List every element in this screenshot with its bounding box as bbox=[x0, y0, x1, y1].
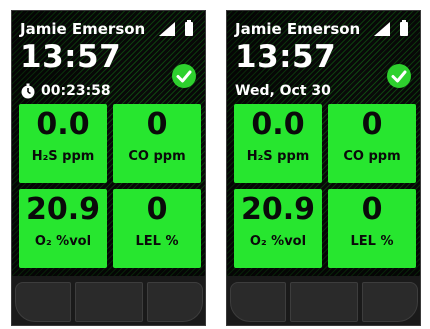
o2-reading-tile: 20.9 O₂ %vol bbox=[234, 189, 322, 268]
reading-value: 0 bbox=[146, 192, 168, 227]
reading-unit: H₂S ppm bbox=[246, 149, 310, 164]
reading-unit: O₂ %vol bbox=[249, 234, 307, 249]
elapsed-timer: 00:23:58 bbox=[20, 83, 111, 99]
signal-icon bbox=[374, 22, 390, 36]
status-bar: Jamie Emerson bbox=[235, 20, 412, 40]
right-softkey[interactable] bbox=[362, 282, 418, 322]
user-name: Jamie Emerson bbox=[20, 20, 146, 38]
date-line: Wed, Oct 30 bbox=[235, 83, 331, 99]
reading-unit: H₂S ppm bbox=[31, 149, 95, 164]
center-softkey[interactable] bbox=[290, 282, 358, 322]
right-softkey[interactable] bbox=[147, 282, 203, 322]
reading-value: 0 bbox=[361, 107, 383, 142]
center-softkey[interactable] bbox=[75, 282, 143, 322]
reading-unit: CO ppm bbox=[343, 149, 401, 164]
o2-reading-tile: 20.9 O₂ %vol bbox=[19, 189, 107, 268]
h2s-reading-tile: 0.0 H₂S ppm bbox=[234, 104, 322, 183]
reading-unit: LEL % bbox=[135, 234, 179, 249]
left-softkey[interactable] bbox=[230, 282, 286, 322]
battery-icon bbox=[400, 20, 408, 36]
current-date: Wed, Oct 30 bbox=[235, 83, 331, 99]
reading-value: 20.9 bbox=[25, 192, 101, 227]
reading-unit: LEL % bbox=[350, 234, 394, 249]
softkey-bar bbox=[227, 276, 420, 325]
lel-reading-tile: 0 LEL % bbox=[113, 189, 201, 268]
reading-unit: CO ppm bbox=[128, 149, 186, 164]
reading-value: 0.0 bbox=[251, 107, 305, 142]
stopwatch-icon bbox=[21, 83, 35, 99]
check-icon bbox=[387, 64, 411, 88]
reading-value: 0 bbox=[146, 107, 168, 142]
lel-reading-tile: 0 LEL % bbox=[328, 189, 416, 268]
gas-monitor-screen-2: Jamie Emerson 13:57 Wed, Oct 30 0.0 H₂S … bbox=[226, 10, 421, 326]
h2s-reading-tile: 0.0 H₂S ppm bbox=[19, 104, 107, 183]
gas-monitor-screen-1: Jamie Emerson 13:57 00:23:58 0.0 H₂S ppm… bbox=[11, 10, 206, 326]
battery-icon bbox=[185, 20, 193, 36]
softkey-bar bbox=[12, 276, 205, 325]
co-reading-tile: 0 CO ppm bbox=[328, 104, 416, 183]
user-name: Jamie Emerson bbox=[235, 20, 361, 38]
co-reading-tile: 0 CO ppm bbox=[113, 104, 201, 183]
reading-value: 20.9 bbox=[240, 192, 316, 227]
reading-unit: O₂ %vol bbox=[34, 234, 92, 249]
elapsed-time: 00:23:58 bbox=[41, 83, 111, 99]
check-icon bbox=[172, 64, 196, 88]
status-bar: Jamie Emerson bbox=[20, 20, 197, 40]
clock-time: 13:57 bbox=[20, 39, 122, 75]
clock-time: 13:57 bbox=[235, 39, 337, 75]
signal-icon bbox=[159, 22, 175, 36]
reading-value: 0 bbox=[361, 192, 383, 227]
left-softkey[interactable] bbox=[15, 282, 71, 322]
reading-value: 0.0 bbox=[36, 107, 90, 142]
